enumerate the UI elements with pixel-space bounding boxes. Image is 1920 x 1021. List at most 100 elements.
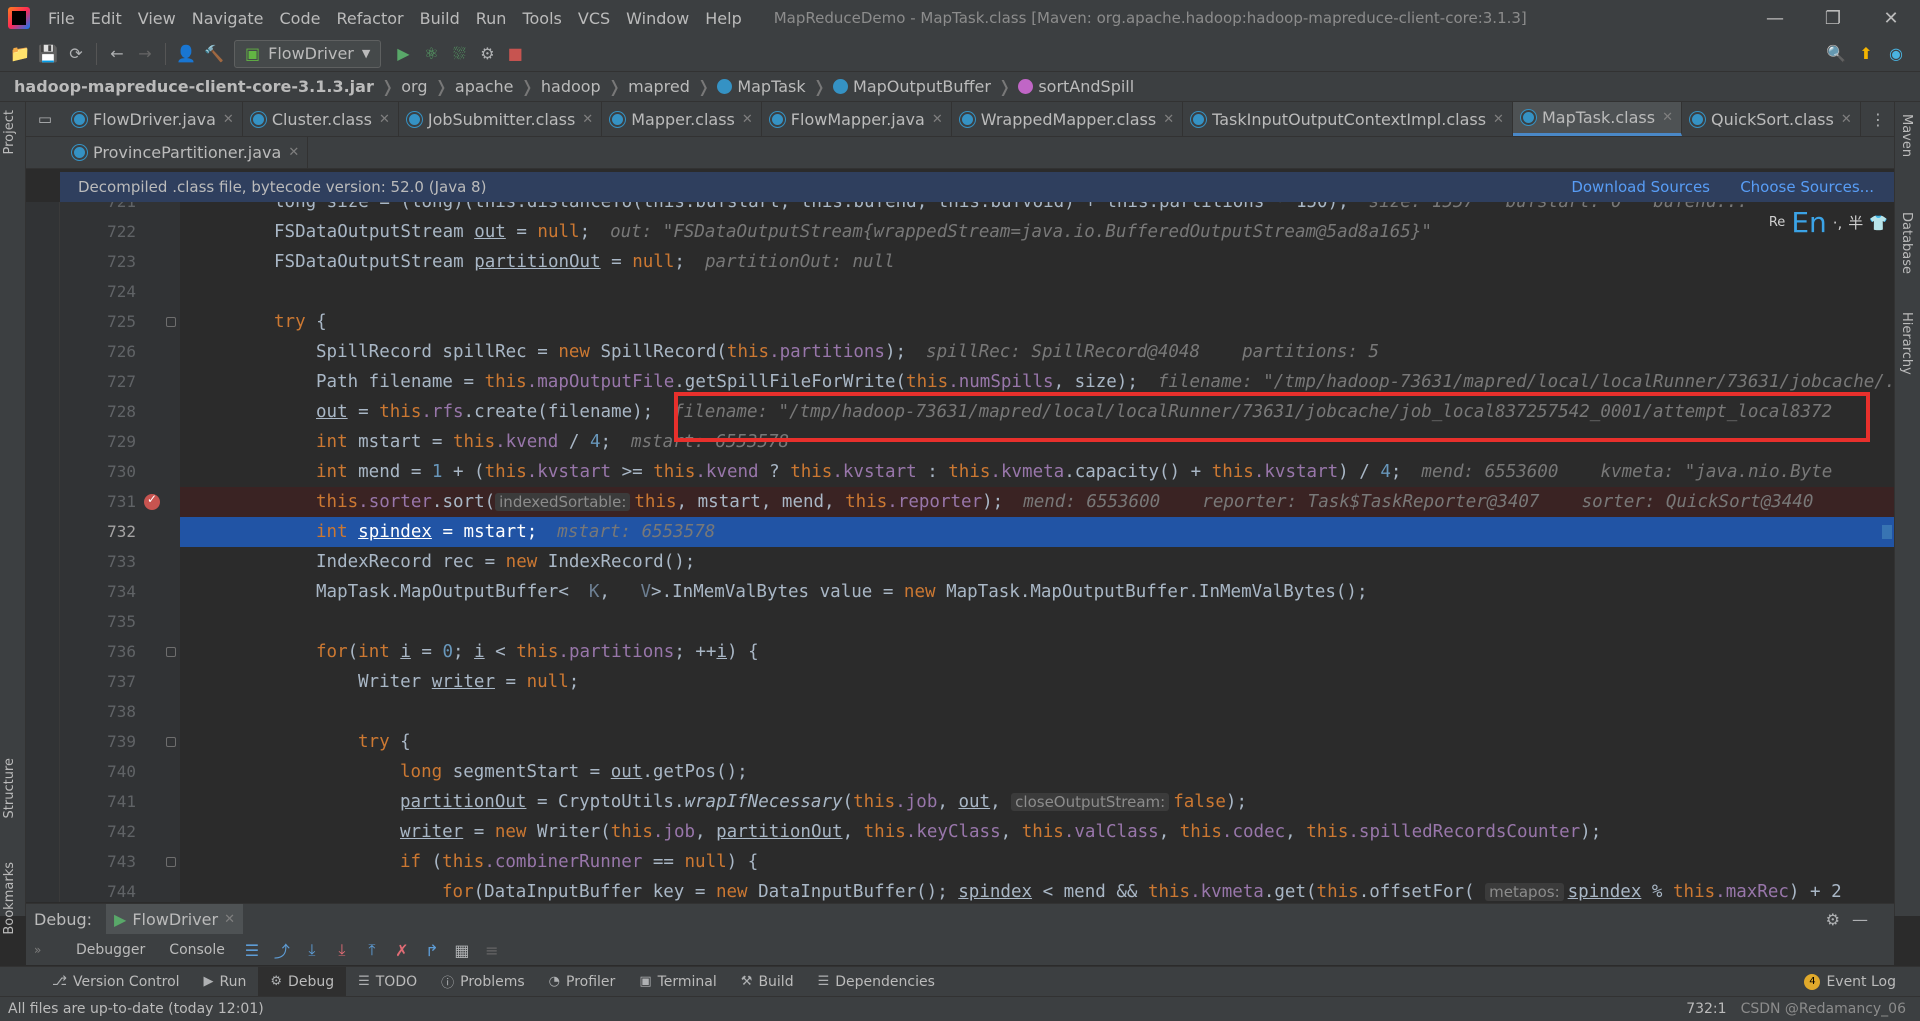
line-number[interactable]: 735: [84, 607, 136, 637]
run-icon[interactable]: ▶: [389, 40, 417, 68]
tool-window-button[interactable]: ⚒ Build: [729, 974, 806, 990]
editor-tab[interactable]: MapTask.class ✕: [1512, 102, 1682, 136]
line-number[interactable]: 743: [84, 847, 136, 877]
line-number[interactable]: 725: [84, 307, 136, 337]
search-icon[interactable]: 🔍: [1822, 40, 1850, 68]
tool-window-button[interactable]: ⓘ Problems: [429, 972, 537, 992]
console-tab[interactable]: Console: [157, 942, 237, 958]
editor-tab[interactable]: Cluster.class ✕: [243, 102, 399, 136]
profile-icon[interactable]: ⚙: [473, 40, 501, 68]
tool-window-button[interactable]: ▶ Run: [192, 974, 259, 990]
close-tab-icon[interactable]: ✕: [1841, 112, 1852, 127]
tool-window-button[interactable]: ☰ Dependencies: [806, 974, 947, 990]
run-configuration-select[interactable]: ▣ FlowDriver ▼: [234, 39, 382, 68]
step-over-icon[interactable]: ⤴: [267, 938, 297, 962]
code-line[interactable]: 733 IndexRecord rec = new IndexRecord();: [26, 547, 1894, 577]
breadcrumb-apache[interactable]: apache: [455, 77, 514, 96]
line-number[interactable]: 742: [84, 817, 136, 847]
line-number[interactable]: 721: [84, 202, 136, 217]
line-number[interactable]: 736: [84, 637, 136, 667]
code-line[interactable]: 739 try {: [26, 727, 1894, 757]
close-tab-icon[interactable]: ✕: [1493, 112, 1504, 127]
tool-window-button[interactable]: ⚙ Debug: [258, 966, 347, 997]
close-tab-icon[interactable]: ✕: [742, 112, 753, 127]
step-out-icon[interactable]: ⤒: [357, 940, 387, 960]
code-line[interactable]: 722 FSDataOutputStream out = null; out: "F…: [26, 217, 1894, 247]
breadcrumb-mapoutputbuffer[interactable]: MapOutputBuffer: [853, 77, 991, 96]
breakpoint-line[interactable]: 731this.sorter.sort(indexedSortable:this…: [26, 487, 1894, 517]
coverage-icon[interactable]: ⛆: [445, 40, 473, 68]
event-log-button[interactable]: 4 Event Log: [1804, 973, 1896, 990]
force-step-into-icon[interactable]: ⤓: [327, 940, 357, 960]
database-tool-tab[interactable]: Database: [1899, 212, 1914, 274]
drop-frame-icon[interactable]: ✗: [387, 941, 417, 960]
menu-code[interactable]: Code: [272, 9, 329, 28]
minimize-panel-icon[interactable]: —: [1852, 910, 1868, 929]
user-icon[interactable]: 👤: [172, 40, 200, 68]
update-icon[interactable]: ⬆: [1852, 40, 1880, 68]
current-exec-line[interactable]: 732 int spindex = mstart; mstart: 6553578: [26, 517, 1894, 547]
debug-session-tab[interactable]: ▶ FlowDriver ✕: [106, 904, 243, 934]
code-line[interactable]: 737 Writer writer = null;: [26, 667, 1894, 697]
close-window-button[interactable]: ✕: [1862, 0, 1920, 36]
code-editor[interactable]: 721 long size = (long)(this.distanceTo(th…: [26, 202, 1894, 902]
editor-tab[interactable]: FlowDriver.java ✕: [64, 102, 243, 136]
line-number[interactable]: 732: [84, 517, 136, 547]
code-line[interactable]: 721 long size = (long)(this.distanceTo(th…: [26, 202, 1894, 217]
line-number[interactable]: 722: [84, 217, 136, 247]
code-line[interactable]: 736 for(int i = 0; i < this.partitions; +…: [26, 637, 1894, 667]
menu-view[interactable]: View: [130, 9, 184, 28]
fold-marker-icon[interactable]: [166, 317, 176, 327]
breadcrumb-jar[interactable]: hadoop-mapreduce-client-core-3.1.3.jar: [14, 77, 374, 96]
close-tab-icon[interactable]: ✕: [932, 112, 943, 127]
line-number[interactable]: 723: [84, 247, 136, 277]
choose-sources-link[interactable]: Choose Sources...: [1740, 178, 1874, 196]
code-line[interactable]: 735: [26, 607, 1894, 637]
tool-window-button[interactable]: ◔ Profiler: [537, 974, 628, 990]
menu-refactor[interactable]: Refactor: [328, 9, 411, 28]
close-tab-icon[interactable]: ✕: [379, 112, 390, 127]
trace-icon[interactable]: ≡: [477, 941, 507, 960]
close-icon[interactable]: ✕: [224, 912, 235, 927]
breadcrumb-hadoop[interactable]: hadoop: [541, 77, 601, 96]
evaluate-icon[interactable]: ▦: [447, 941, 477, 960]
more-tabs-icon[interactable]: ⋮: [1870, 110, 1886, 129]
menu-vcs[interactable]: VCS: [570, 9, 618, 28]
breadcrumb-sortandspill[interactable]: sortAndSpill: [1038, 77, 1134, 96]
code-line[interactable]: 734 MapTask.MapOutputBuffer< K, V>.InMemVa…: [26, 577, 1894, 607]
breadcrumb-maptask[interactable]: MapTask: [737, 77, 805, 96]
hierarchy-tool-tab[interactable]: Hierarchy: [1899, 312, 1914, 375]
line-number[interactable]: 724: [84, 277, 136, 307]
editor-tab[interactable]: QuickSort.class ✕: [1682, 102, 1861, 136]
code-line[interactable]: 743 if (this.combinerRunner == null) {: [26, 847, 1894, 877]
tool-window-button[interactable]: ⎇ Version Control: [40, 974, 192, 990]
line-number[interactable]: 741: [84, 787, 136, 817]
line-number[interactable]: 727: [84, 367, 136, 397]
line-number[interactable]: 729: [84, 427, 136, 457]
line-number[interactable]: 739: [84, 727, 136, 757]
stop-icon[interactable]: ■: [501, 40, 529, 68]
menu-file[interactable]: File: [40, 9, 83, 28]
line-number[interactable]: 737: [84, 667, 136, 697]
menu-navigate[interactable]: Navigate: [184, 9, 272, 28]
tool-window-button[interactable]: ☰ TODO: [346, 974, 429, 990]
editor-tab[interactable]: WrappedMapper.class ✕: [952, 102, 1184, 136]
line-number[interactable]: 731: [84, 487, 136, 517]
save-icon[interactable]: 💾: [34, 40, 62, 68]
code-line[interactable]: 726 SpillRecord spillRec = new SpillRecor…: [26, 337, 1894, 367]
line-number[interactable]: 734: [84, 577, 136, 607]
editor-tab[interactable]: ProvincePartitioner.java ✕: [64, 137, 309, 168]
editor-tab[interactable]: FlowMapper.java ✕: [762, 102, 952, 136]
back-arrow-icon[interactable]: ←: [103, 40, 131, 68]
menu-edit[interactable]: Edit: [83, 9, 130, 28]
restore-button[interactable]: ❐: [1804, 0, 1862, 36]
code-line[interactable]: 744 for(DataInputBuffer key = new DataInp…: [26, 877, 1894, 902]
fold-marker-icon[interactable]: [166, 737, 176, 747]
gear-icon[interactable]: ⚙: [1826, 910, 1840, 929]
run-to-cursor-icon[interactable]: ↱: [417, 941, 447, 960]
build-hammer-icon[interactable]: 🔨: [200, 40, 228, 68]
code-line[interactable]: 740 long segmentStart = out.getPos();: [26, 757, 1894, 787]
line-number[interactable]: 733: [84, 547, 136, 577]
fold-marker-icon[interactable]: [166, 857, 176, 867]
menu-lines-icon[interactable]: ☰: [237, 941, 267, 960]
